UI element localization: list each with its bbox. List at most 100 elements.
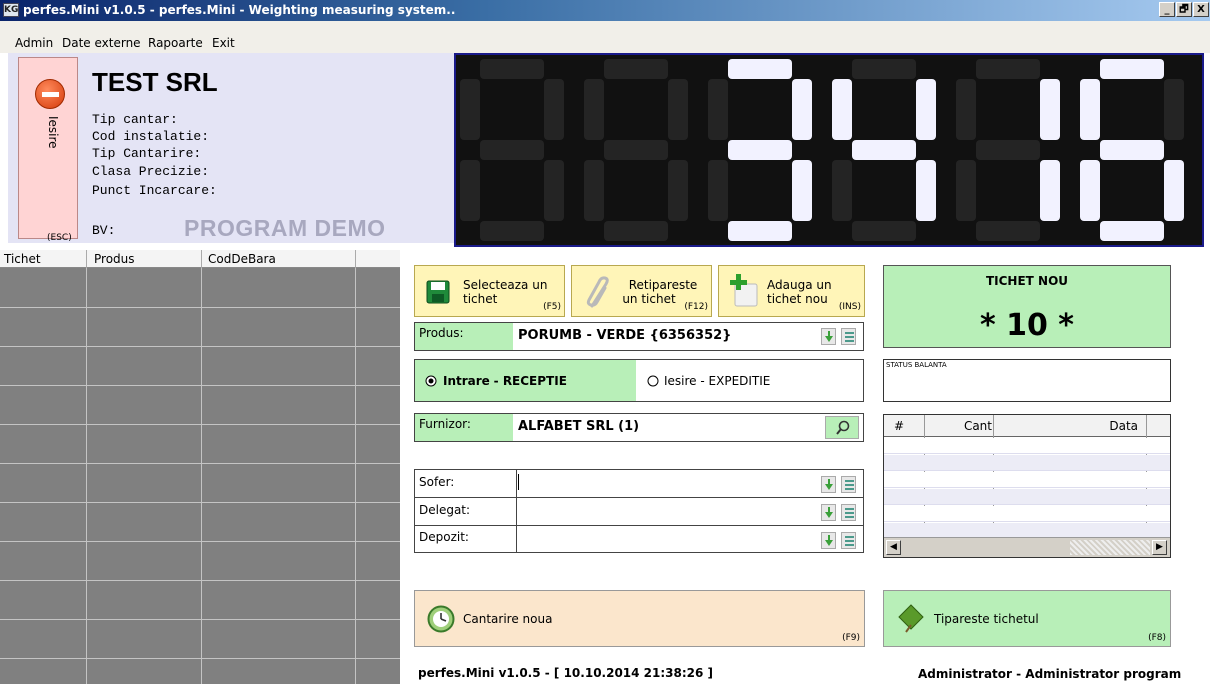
- digit-2-segment-c: [668, 160, 688, 221]
- add-ticket-button[interactable]: Adauga un tichet nou (INS): [718, 265, 865, 317]
- digit-2-segment-d: [604, 221, 668, 241]
- menu-exit[interactable]: Exit: [212, 36, 235, 50]
- scroll-left-icon[interactable]: ◀: [886, 540, 901, 555]
- furnizor-label: Furnizor:: [415, 414, 513, 441]
- company-info-panel: Iesire (ESC) TEST SRL Tip cantar: Cod in…: [8, 53, 454, 243]
- produs-field: Produs: PORUMB - VERDE {6356352}: [414, 322, 864, 351]
- digit-6-segment-a: [1100, 59, 1164, 79]
- digit-4-segment-b: [916, 79, 936, 140]
- depozit-down-arrow-icon[interactable]: [821, 532, 836, 549]
- radio-intrare[interactable]: [425, 375, 437, 387]
- title-bar: KG perfes.Mini v1.0.5 - perfes.Mini - We…: [0, 0, 1210, 21]
- add-document-icon: [730, 274, 758, 307]
- ticket-list[interactable]: [0, 268, 400, 684]
- depozit-input[interactable]: [519, 529, 817, 549]
- down-arrow-icon[interactable]: [821, 328, 836, 345]
- new-weighing-button[interactable]: Cantarire noua (F9): [414, 590, 865, 647]
- digit-6-segment-b: [1164, 79, 1184, 140]
- digit-4-segment-e: [832, 160, 852, 221]
- select-ticket-line2: tichet: [463, 292, 498, 306]
- column-header-tichet[interactable]: Tichet: [4, 252, 41, 266]
- exit-button[interactable]: Iesire (ESC): [18, 57, 78, 243]
- minimize-button[interactable]: _: [1159, 2, 1175, 17]
- new-weighing-shortcut: (F9): [842, 633, 860, 643]
- no-entry-icon: [35, 79, 65, 109]
- print-ticket-button[interactable]: Tipareste tichetul (F8): [883, 590, 1171, 647]
- digit-2-segment-f: [584, 79, 604, 140]
- digit-5-segment-g: [976, 140, 1040, 160]
- app-icon: KG: [3, 3, 19, 17]
- digit-1-segment-e: [460, 160, 480, 221]
- delegat-input[interactable]: [519, 501, 817, 521]
- digit-5-segment-f: [956, 79, 976, 140]
- column-header-coddebara[interactable]: CodDeBara: [208, 252, 276, 266]
- menu-date-externe[interactable]: Date externe: [62, 36, 141, 50]
- delegat-down-arrow-icon[interactable]: [821, 504, 836, 521]
- depozit-list-icon[interactable]: [841, 532, 856, 549]
- sofer-input[interactable]: [519, 473, 817, 493]
- menu-bar: Admin Date externe Rapoarte Exit: [0, 21, 1210, 53]
- ticket-list-header: Tichet Produs CodDeBara: [0, 250, 400, 268]
- digit-1-segment-b: [544, 79, 564, 140]
- column-header-cant[interactable]: Cant: [924, 419, 992, 433]
- digit-6-segment-e: [1080, 160, 1100, 221]
- add-ticket-line2: tichet nou: [767, 292, 828, 306]
- paperclip-icon: [586, 276, 609, 308]
- digit-5-segment-e: [956, 160, 976, 221]
- reprint-ticket-line2: un tichet: [622, 292, 676, 306]
- digit-3-segment-g: [728, 140, 792, 160]
- digit-2-segment-g: [604, 140, 668, 160]
- exit-shortcut: (ESC): [47, 233, 72, 243]
- digit-4-segment-c: [916, 160, 936, 221]
- digit-1-segment-f: [460, 79, 480, 140]
- furnizor-value[interactable]: ALFABET SRL (1): [518, 419, 639, 434]
- new-weighing-label: Cantarire noua: [463, 612, 553, 626]
- reprint-ticket-line1: Retipareste: [628, 278, 698, 292]
- digit-6-segment-c: [1164, 160, 1184, 221]
- horizontal-scrollbar[interactable]: ◀ ▶: [884, 537, 1170, 557]
- column-header-number[interactable]: #: [894, 419, 904, 433]
- weighings-grid[interactable]: # Cant Data ◀ ▶: [883, 414, 1171, 558]
- delegat-list-icon[interactable]: [841, 504, 856, 521]
- ticket-number: * 10 *: [979, 308, 1074, 343]
- sofer-down-arrow-icon[interactable]: [821, 476, 836, 493]
- digit-6-segment-g: [1100, 140, 1164, 160]
- maximize-button[interactable]: 🗗: [1176, 2, 1192, 17]
- reprint-ticket-button[interactable]: Retipareste un tichet (F12): [571, 265, 712, 317]
- radio-iesire-label[interactable]: Iesire - EXPEDITIE: [664, 374, 770, 388]
- radio-iesire[interactable]: [647, 375, 659, 387]
- produs-value[interactable]: PORUMB - VERDE {6356352}: [518, 328, 731, 343]
- search-button[interactable]: [825, 416, 859, 439]
- select-ticket-button[interactable]: Selecteaza un tichet (F5): [414, 265, 565, 317]
- close-button[interactable]: X: [1193, 2, 1209, 17]
- column-header-data[interactable]: Data: [994, 419, 1138, 433]
- reprint-ticket-shortcut: (F12): [684, 302, 708, 312]
- field-bv: BV:: [92, 223, 116, 238]
- list-icon[interactable]: [841, 328, 856, 345]
- field-tip-cantar: Tip cantar:: [92, 112, 178, 127]
- menu-rapoarte[interactable]: Rapoarte: [148, 36, 203, 50]
- digit-5-segment-c: [1040, 160, 1060, 221]
- column-header-produs[interactable]: Produs: [94, 252, 135, 266]
- digit-3-segment-b: [792, 79, 812, 140]
- digit-4-segment-f: [832, 79, 852, 140]
- digit-4-segment-d: [852, 221, 916, 241]
- radio-intrare-label[interactable]: Intrare - RECEPTIE: [443, 374, 567, 388]
- add-ticket-shortcut: (INS): [838, 302, 861, 312]
- select-ticket-line1: Selecteaza un: [463, 278, 548, 292]
- depozit-label: Depozit:: [419, 530, 469, 544]
- menu-admin[interactable]: Admin: [15, 36, 53, 50]
- seven-segment-readout: [460, 59, 1184, 241]
- app-window: KG perfes.Mini v1.0.5 - perfes.Mini - We…: [0, 0, 1210, 684]
- digit-3-segment-c: [792, 160, 812, 221]
- digit-4-segment-a: [852, 59, 916, 79]
- demo-watermark: PROGRAM DEMO: [184, 215, 386, 241]
- digit-1-segment-d: [480, 221, 544, 241]
- digit-2-segment-e: [584, 160, 604, 221]
- digit-5-segment-a: [976, 59, 1040, 79]
- furnizor-field: Furnizor: ALFABET SRL (1): [414, 413, 864, 442]
- field-punct-incarcare: Punct Incarcare:: [92, 183, 217, 198]
- print-ticket-label: Tipareste tichetul: [934, 612, 1039, 626]
- sofer-list-icon[interactable]: [841, 476, 856, 493]
- scroll-right-icon[interactable]: ▶: [1152, 540, 1167, 555]
